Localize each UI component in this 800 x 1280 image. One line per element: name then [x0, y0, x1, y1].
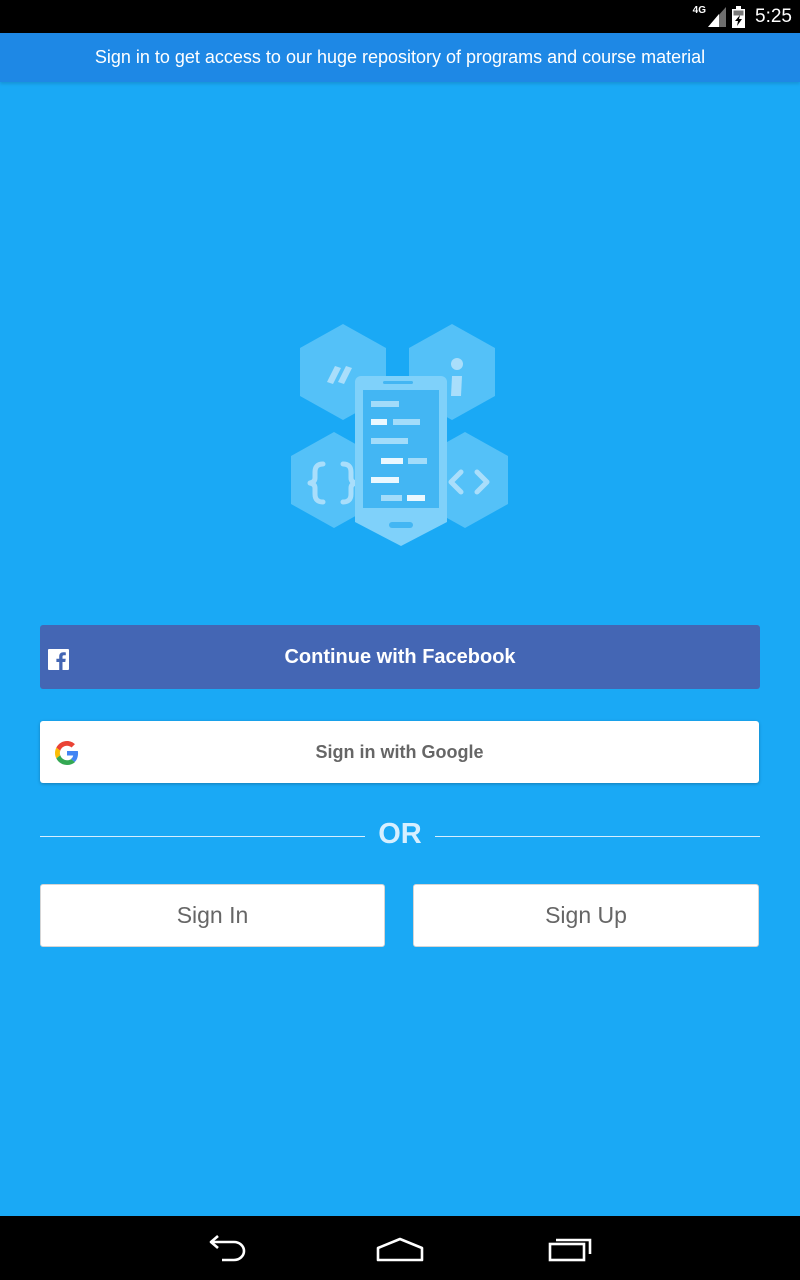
sign-in-button-label: Sign In [176, 902, 249, 928]
google-g-icon [55, 741, 79, 765]
facebook-button-label: Continue with Facebook [284, 645, 516, 668]
back-icon[interactable] [198, 1232, 258, 1264]
home-icon[interactable] [370, 1232, 430, 1264]
sign-up-button[interactable]: Sign Up [413, 884, 759, 947]
or-divider-left [40, 836, 365, 837]
signal-icon [708, 7, 727, 27]
sign-up-button-label: Sign Up [545, 902, 627, 928]
status-bar: 4G 5:25 [0, 0, 800, 33]
sign-in-button[interactable]: Sign In [40, 884, 385, 947]
network-type-label: 4G [692, 4, 707, 16]
app-logo-hexagon-phone-icon [285, 320, 515, 550]
banner-text: Sign in to get access to our huge reposi… [94, 47, 706, 67]
status-clock: 5:25 [755, 6, 792, 27]
battery-icon [732, 6, 746, 28]
google-button-label: Sign in with Google [315, 741, 484, 762]
facebook-icon [48, 649, 69, 670]
navigation-bar [0, 1216, 800, 1280]
recent-apps-icon[interactable] [540, 1232, 600, 1264]
status-icons: 4G 5:25 [693, 4, 792, 30]
sign-in-with-google-button[interactable]: Sign in with Google [40, 721, 759, 783]
or-label: OR [378, 818, 422, 850]
sign-in-banner: Sign in to get access to our huge reposi… [0, 33, 800, 82]
continue-with-facebook-button[interactable]: Continue with Facebook [40, 625, 760, 689]
or-divider-right [435, 836, 760, 837]
